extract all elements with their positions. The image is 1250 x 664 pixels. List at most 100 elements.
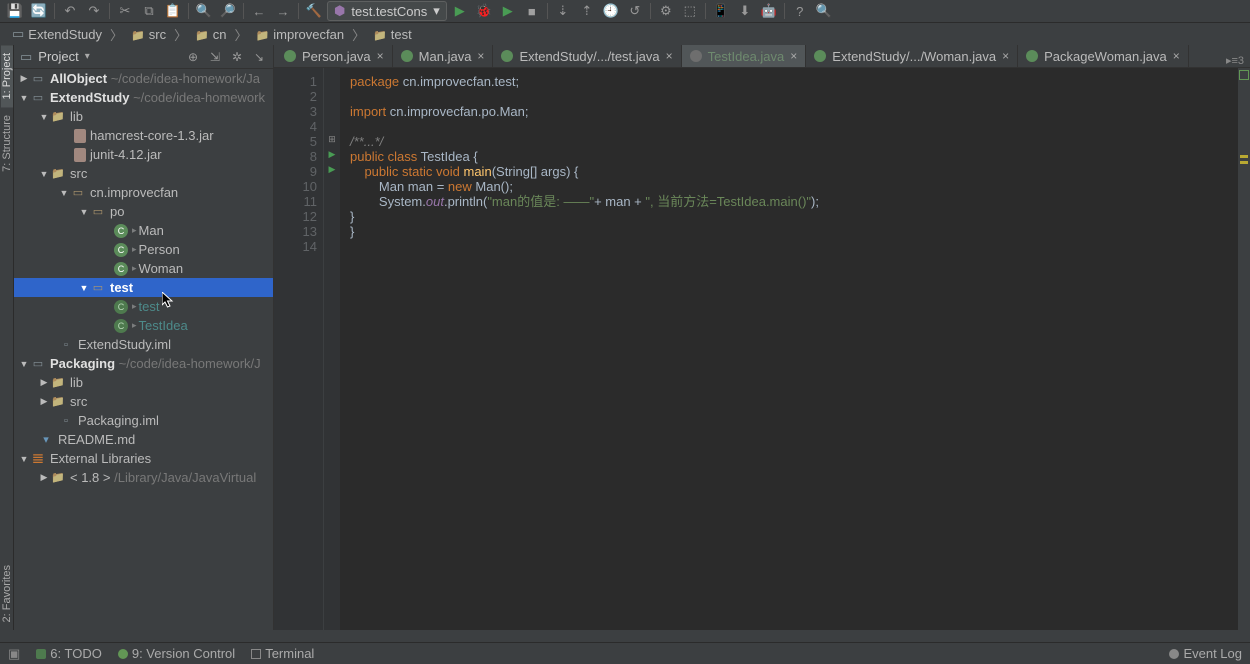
back-icon[interactable]: ← xyxy=(248,1,270,21)
run-marker-icon[interactable]: ▶ xyxy=(324,164,340,179)
inspection-indicator-icon[interactable] xyxy=(1239,70,1249,80)
paste-icon[interactable]: 📋 xyxy=(162,1,184,21)
project-panel: Project ▾ ⊕ ⇲ ✲ ↘ ▶AllObject ~/code/idea… xyxy=(14,45,274,630)
android-icon[interactable]: 🤖 xyxy=(758,1,780,21)
gear-icon[interactable]: ✲ xyxy=(229,50,245,64)
chevron-right-icon: 〉 xyxy=(233,25,250,44)
editor: Person.java× Man.java× ExtendStudy/.../t… xyxy=(274,45,1250,630)
tab-person[interactable]: Person.java× xyxy=(276,45,393,67)
sdk2-icon[interactable]: ⬇ xyxy=(734,1,756,21)
error-stripe[interactable] xyxy=(1238,68,1250,630)
tree-node-allobject[interactable]: ▶AllObject ~/code/idea-homework/Ja xyxy=(14,69,273,88)
run-marker-icon[interactable]: ▶ xyxy=(324,149,340,164)
warning-marker[interactable] xyxy=(1240,161,1248,164)
tab-favorites[interactable]: 2: Favorites xyxy=(1,557,13,630)
vcs-history-icon[interactable]: 🕘 xyxy=(600,1,622,21)
tree-node-hamcrest[interactable]: hamcrest-core-1.3.jar xyxy=(14,126,273,145)
close-icon[interactable]: × xyxy=(666,49,673,63)
vcs-revert-icon[interactable]: ↺ xyxy=(624,1,646,21)
tabs-overflow-icon[interactable]: ▸≡3 xyxy=(1220,54,1250,67)
chevron-right-icon: 〉 xyxy=(172,25,189,44)
run-icon[interactable]: ▶ xyxy=(449,1,471,21)
bottom-tab-vcs[interactable]: 9: Version Control xyxy=(118,646,235,661)
coverage-icon[interactable]: ▶ xyxy=(497,1,519,21)
crumb-cn[interactable]: cn xyxy=(189,23,232,45)
tree-node-pk-src[interactable]: ▶src xyxy=(14,392,273,411)
tab-man[interactable]: Man.java× xyxy=(393,45,494,67)
close-icon[interactable]: × xyxy=(1002,49,1009,63)
close-icon[interactable]: × xyxy=(790,49,797,63)
sync-icon[interactable]: 🔄 xyxy=(28,1,50,21)
find-icon[interactable]: 🔍 xyxy=(193,1,215,21)
code-text[interactable]: package cn.improvecfan.test; import cn.i… xyxy=(340,68,1238,630)
settings-icon[interactable]: ⚙ xyxy=(655,1,677,21)
chevron-right-icon: 〉 xyxy=(350,25,367,44)
scroll-from-source-icon[interactable]: ⊕ xyxy=(185,50,201,64)
avd-icon[interactable]: 📱 xyxy=(710,1,732,21)
tab-woman[interactable]: ExtendStudy/.../Woman.java× xyxy=(806,45,1018,67)
tree-node-extendstudy[interactable]: ▼ExtendStudy ~/code/idea-homework xyxy=(14,88,273,107)
tree-node-test-pkg[interactable]: ▼test xyxy=(14,278,273,297)
help-icon[interactable]: ? xyxy=(789,1,811,21)
sdk-icon[interactable]: ⬚ xyxy=(679,1,701,21)
bottom-tab-todo[interactable]: 6: TODO xyxy=(36,646,102,661)
warning-marker[interactable] xyxy=(1240,155,1248,158)
tree-node-readme[interactable]: README.md xyxy=(14,430,273,449)
tree-node-woman[interactable]: ▸Woman xyxy=(14,259,273,278)
close-icon[interactable]: × xyxy=(1173,49,1180,63)
project-icon xyxy=(20,49,32,65)
bottom-tab-eventlog[interactable]: Event Log xyxy=(1169,646,1242,661)
hide-icon[interactable]: ↘ xyxy=(251,50,267,64)
cut-icon[interactable]: ✂ xyxy=(114,1,136,21)
tree-node-lib[interactable]: ▼lib xyxy=(14,107,273,126)
close-icon[interactable]: × xyxy=(377,49,384,63)
tree-node-jdk[interactable]: ▶< 1.8 > /Library/Java/JavaVirtual xyxy=(14,468,273,487)
vcs-update-icon[interactable]: ⇣ xyxy=(552,1,574,21)
close-icon[interactable]: × xyxy=(477,49,484,63)
tree-node-person[interactable]: ▸Person xyxy=(14,240,273,259)
corner-toggle-icon[interactable]: ▣ xyxy=(8,646,20,662)
crumb-test[interactable]: test xyxy=(367,23,418,45)
main-toolbar: 💾 🔄 ↶ ↷ ✂ ⧉ 📋 🔍 🔎 ← → 🔨 ⬢ test.testCons … xyxy=(0,0,1250,23)
tree-node-test-class[interactable]: ▸test xyxy=(14,297,273,316)
undo-icon[interactable]: ↶ xyxy=(59,1,81,21)
tree-node-pk-iml[interactable]: Packaging.iml xyxy=(14,411,273,430)
forward-icon[interactable]: → xyxy=(272,1,294,21)
tab-testidea[interactable]: TestIdea.java× xyxy=(682,45,807,67)
breadcrumb: ExtendStudy 〉 src 〉 cn 〉 improvecfan 〉 t… xyxy=(0,23,1250,45)
tree-node-src[interactable]: ▼src xyxy=(14,164,273,183)
tree-node-testidea[interactable]: ▸TestIdea xyxy=(14,316,273,335)
crumb-improvecfan[interactable]: improvecfan xyxy=(250,23,351,45)
project-tree: ▶AllObject ~/code/idea-homework/Ja ▼Exte… xyxy=(14,69,273,630)
copy-icon[interactable]: ⧉ xyxy=(138,1,160,21)
tab-packagewoman[interactable]: PackageWoman.java× xyxy=(1018,45,1189,67)
tree-node-packaging[interactable]: ▼Packaging ~/code/idea-homework/J xyxy=(14,354,273,373)
editor-tabs: Person.java× Man.java× ExtendStudy/.../t… xyxy=(274,45,1250,68)
code-area[interactable]: 1 2 3 4 5 8 9 10 11 12 13 14 ⊞ ▶ ▶ packa… xyxy=(274,68,1250,630)
tab-structure[interactable]: 7: Structure xyxy=(1,107,13,180)
search-everywhere-icon[interactable]: 🔍 xyxy=(813,1,835,21)
chevron-right-icon: 〉 xyxy=(108,25,125,44)
stop-icon[interactable]: ■ xyxy=(521,1,543,21)
tree-node-junit[interactable]: junit-4.12.jar xyxy=(14,145,273,164)
crumb-src[interactable]: src xyxy=(125,23,172,45)
replace-icon[interactable]: 🔎 xyxy=(217,1,239,21)
tree-node-pk-lib[interactable]: ▶lib xyxy=(14,373,273,392)
tree-node-iml[interactable]: ExtendStudy.iml xyxy=(14,335,273,354)
save-icon[interactable]: 💾 xyxy=(4,1,26,21)
crumb-project[interactable]: ExtendStudy xyxy=(6,23,108,45)
run-config-dropdown[interactable]: ⬢ test.testCons ▾ xyxy=(327,1,447,21)
tree-node-po[interactable]: ▼po xyxy=(14,202,273,221)
tree-node-pkg[interactable]: ▼cn.improvecfan xyxy=(14,183,273,202)
tree-node-extlib[interactable]: ▼External Libraries xyxy=(14,449,273,468)
debug-icon[interactable]: 🐞 xyxy=(473,1,495,21)
tab-project[interactable]: 1: Project xyxy=(1,45,13,107)
tab-test[interactable]: ExtendStudy/.../test.java× xyxy=(493,45,681,67)
collapse-all-icon[interactable]: ⇲ xyxy=(207,50,223,64)
build-icon[interactable]: 🔨 xyxy=(303,1,325,21)
tree-node-man[interactable]: ▸Man xyxy=(14,221,273,240)
bottom-tab-terminal[interactable]: Terminal xyxy=(251,646,314,661)
redo-icon[interactable]: ↷ xyxy=(83,1,105,21)
chevron-down-icon[interactable]: ▾ xyxy=(85,51,90,62)
vcs-commit-icon[interactable]: ⇡ xyxy=(576,1,598,21)
